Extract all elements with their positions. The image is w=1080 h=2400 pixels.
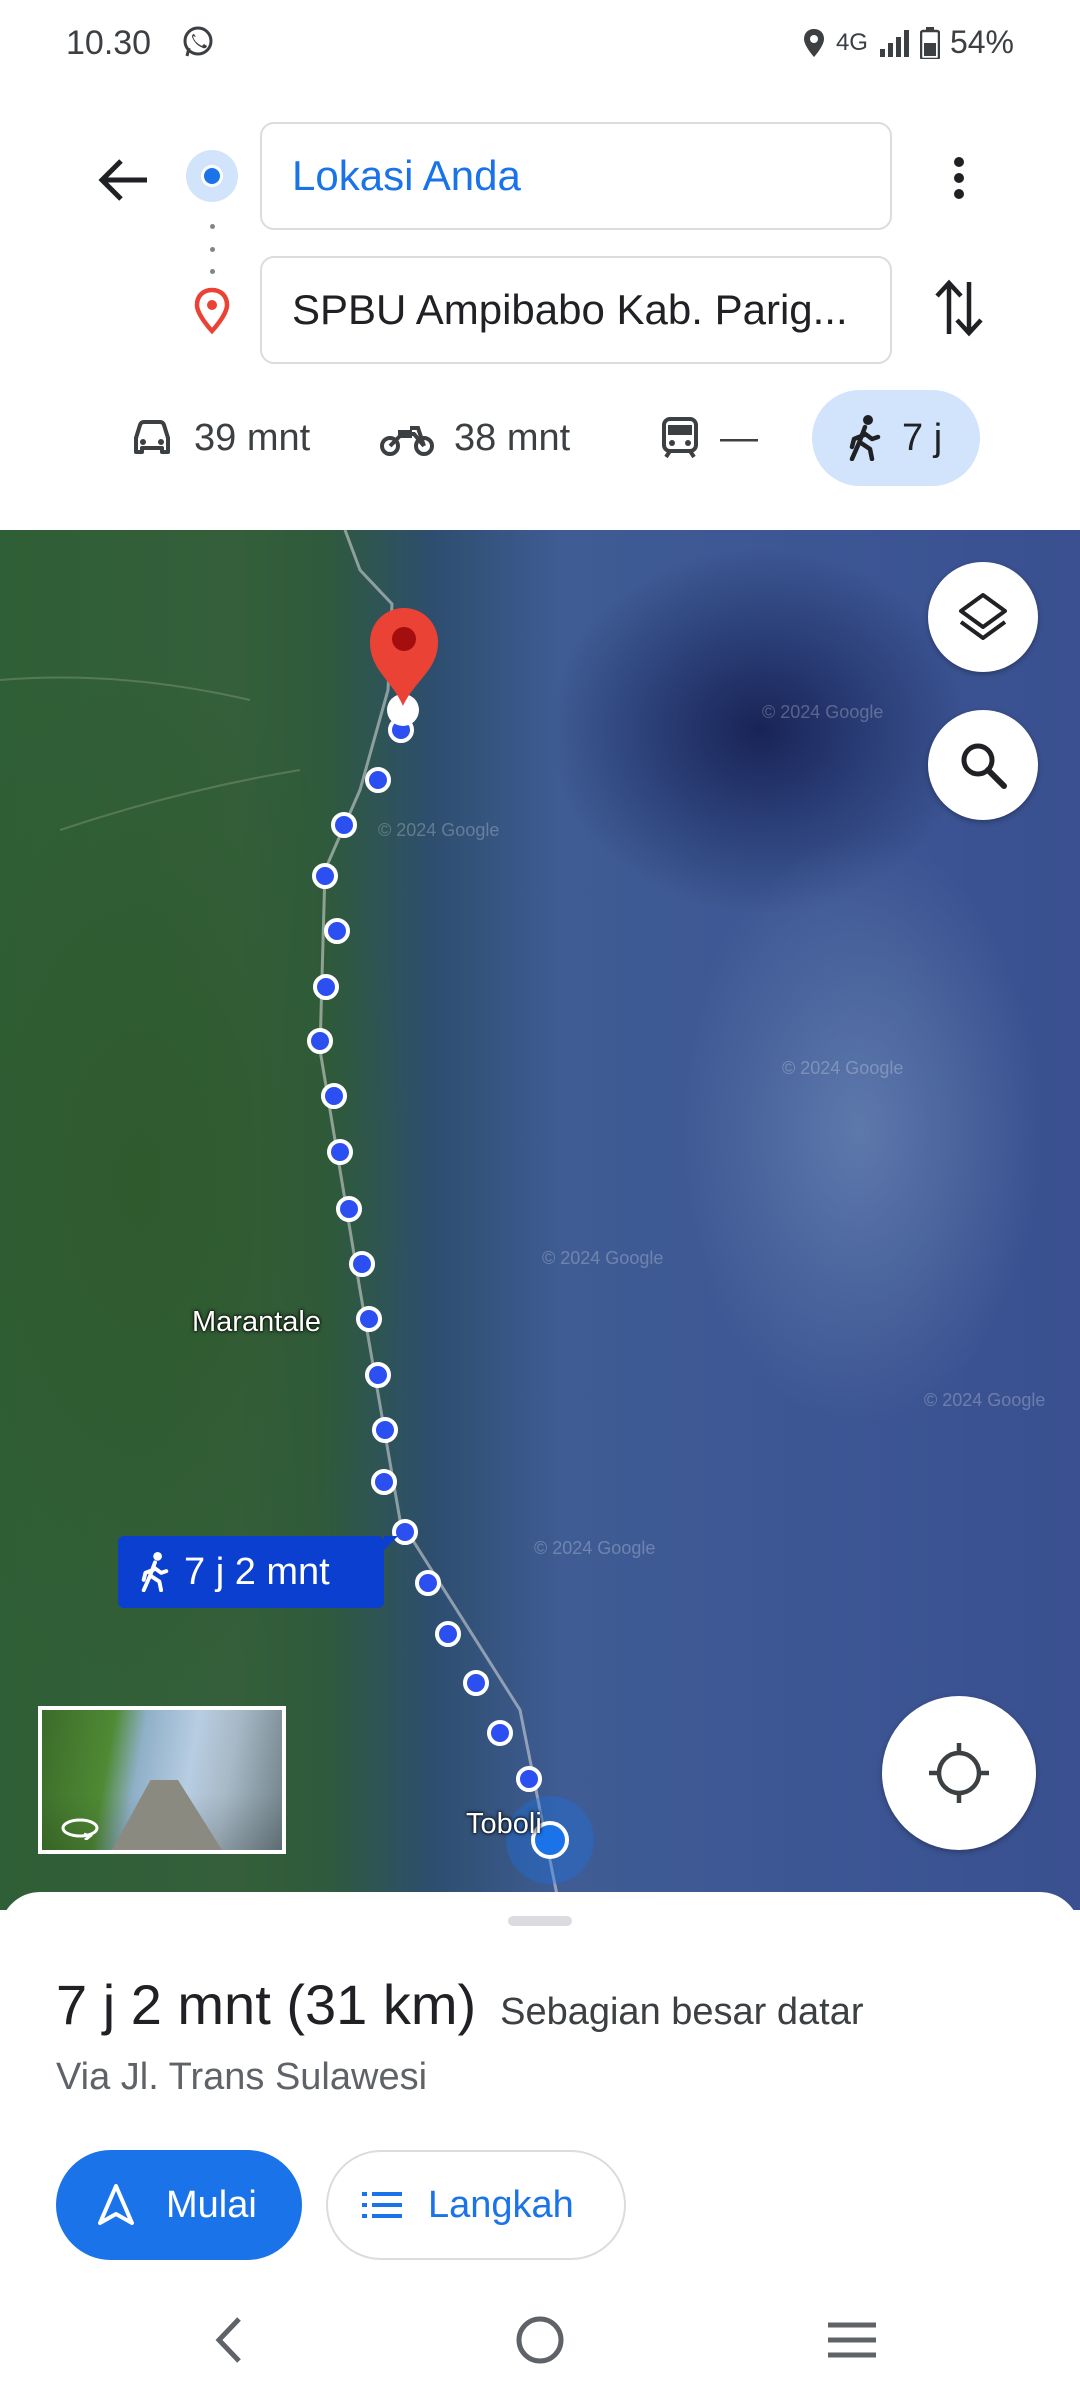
battery-level: 54%: [949, 24, 1014, 60]
train-icon: [662, 417, 698, 459]
crosshair-icon: [929, 1743, 989, 1803]
system-navigation-bar: [0, 2288, 1080, 2400]
system-recents-button[interactable]: [812, 2308, 892, 2372]
status-time: 10.30: [66, 24, 152, 62]
destination-field[interactable]: SPBU Ampibabo Kab. Parig...: [260, 256, 892, 364]
mode-car[interactable]: 39 mnt: [130, 390, 310, 486]
steps-button[interactable]: Langkah: [326, 2150, 626, 2260]
battery-icon: [919, 26, 940, 59]
walk-icon: [849, 415, 881, 461]
mode-motorcycle-time: 38 mnt: [454, 416, 571, 459]
system-back-button[interactable]: [188, 2308, 268, 2372]
home-circle-icon: [516, 2316, 564, 2364]
route-terrain: Sebagian besar datar: [500, 1991, 864, 2033]
whatsapp-icon: [180, 24, 220, 64]
destination-marker-icon: [370, 608, 438, 726]
mode-walk[interactable]: 7 j: [812, 390, 980, 486]
place-label-marantale: Marantale: [192, 1306, 321, 1338]
start-button[interactable]: Mulai: [56, 2150, 302, 2260]
status-icons: 4G 54%: [802, 24, 1014, 61]
map-view[interactable]: © 2024 Google © 2024 Google © 2024 Googl…: [0, 530, 1080, 1910]
swap-vert-icon: [935, 279, 983, 337]
status-bar: 10.30 4G 54%: [0, 0, 1080, 90]
signal-icon: [878, 29, 910, 57]
more-options-button[interactable]: [928, 140, 990, 216]
location-icon: [802, 28, 826, 58]
list-icon: [362, 2192, 402, 2218]
travel-modes: 39 mnt 38 mnt — 7 j: [0, 390, 1080, 486]
swap-button[interactable]: [924, 268, 994, 348]
destination-pin-icon: [190, 286, 234, 336]
back-button[interactable]: [88, 145, 158, 215]
mode-transit-time: —: [720, 416, 758, 459]
route-via: Via Jl. Trans Sulawesi: [56, 2056, 428, 2098]
network-type: 4G: [835, 28, 868, 56]
route-summary: 7 j 2 mnt (31 km) Sebagian besar datar: [56, 1972, 863, 2037]
navigation-arrow-icon: [98, 2184, 134, 2225]
system-home-button[interactable]: [500, 2308, 580, 2372]
menu-lines-icon: [828, 2322, 876, 2358]
motorcycle-icon: [380, 426, 434, 456]
origin-marker: [186, 150, 238, 202]
panorama-360-icon: [61, 1818, 99, 1840]
drag-handle[interactable]: [508, 1916, 572, 1926]
mode-motorcycle[interactable]: 38 mnt: [380, 390, 570, 486]
my-location-button[interactable]: [882, 1696, 1036, 1850]
search-along-route-button[interactable]: [928, 710, 1038, 820]
mode-transit[interactable]: —: [660, 390, 758, 486]
directions-header: Lokasi Anda SPBU Ampibabo Kab. Parig... …: [0, 90, 1080, 530]
route-duration-text: 7 j 2 mnt: [184, 1550, 330, 1593]
mode-car-time: 39 mnt: [194, 416, 311, 459]
route-dots: [307, 717, 542, 1792]
mode-walk-time: 7 j: [902, 416, 943, 459]
arrow-left-icon: [98, 159, 147, 201]
layers-button[interactable]: [928, 562, 1038, 672]
search-icon: [961, 743, 1007, 789]
more-vert-icon: [954, 157, 964, 199]
street-view-road: [112, 1780, 222, 1850]
car-icon: [134, 420, 170, 454]
walk-icon: [141, 1552, 169, 1592]
chevron-left-icon: [215, 2317, 241, 2363]
route-overlay: [0, 530, 594, 1910]
street-view-thumbnail[interactable]: [38, 1706, 286, 1854]
layers-icon: [959, 593, 1007, 640]
start-button-label: Mulai: [166, 2183, 257, 2226]
route-duration-distance: 7 j 2 mnt (31 km): [56, 1973, 477, 2036]
steps-button-label: Langkah: [428, 2183, 574, 2226]
origin-dot-icon: [201, 165, 223, 187]
origin-field[interactable]: Lokasi Anda: [260, 122, 892, 230]
route-connector: [209, 224, 215, 274]
route-duration-bubble[interactable]: 7 j 2 mnt: [118, 1536, 398, 1608]
place-label-toboli: Toboli: [466, 1808, 542, 1840]
